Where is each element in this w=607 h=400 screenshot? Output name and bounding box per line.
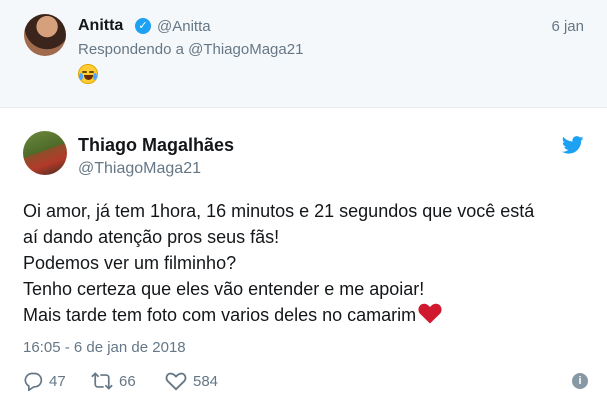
tweet-text-line: Mais tarde tem foto com varios deles no … — [23, 305, 417, 325]
like-count: 584 — [193, 372, 219, 390]
reply-icon — [24, 372, 43, 391]
like-heart-icon — [165, 372, 187, 391]
tweet-actions: 47 66 584 i — [23, 370, 588, 392]
retweet-button[interactable]: 66 — [91, 370, 136, 392]
tweet-text-line: Tenho certeza que eles vão entender e me… — [23, 279, 425, 299]
author-name[interactable]: Thiago Magalhães — [78, 135, 234, 156]
tweet-text-line: Podemos ver um filminho? — [23, 253, 237, 273]
replying-to-mention[interactable]: @ThiagoMaga21 — [188, 41, 303, 58]
reply-count: 47 — [49, 372, 66, 390]
twitter-bird-icon — [562, 136, 584, 154]
heart-emoji-icon — [418, 303, 442, 324]
retweet-count: 66 — [119, 372, 136, 390]
tweet-text-line: Oi amor, já tem 1hora, 16 minutos e 21 s… — [23, 201, 535, 221]
tweet-text-line: aí dando atenção pros seus fãs! — [23, 227, 280, 247]
reply-context-tweet[interactable]: Anitta ✓ @Anitta 6 jan Respondendo a @Th… — [0, 0, 607, 108]
author-handle[interactable]: @ThiagoMaga21 — [78, 160, 201, 178]
avatar[interactable] — [24, 14, 66, 56]
info-icon[interactable]: i — [572, 373, 588, 389]
retweet-icon — [91, 372, 113, 390]
author-handle[interactable]: @Anitta — [157, 18, 211, 35]
like-button[interactable]: 584 — [165, 370, 218, 392]
tweet-text: Oi amor, já tem 1hora, 16 minutos e 21 s… — [23, 198, 593, 328]
replying-prefix: Respondendo a — [78, 41, 184, 58]
crying-laughing-emoji-icon — [78, 64, 98, 84]
replying-to: Respondendo a @ThiagoMaga21 — [78, 41, 303, 58]
author-name[interactable]: Anitta — [78, 17, 123, 35]
avatar[interactable] — [23, 131, 67, 175]
verified-badge-icon: ✓ — [135, 18, 151, 34]
tweet-date[interactable]: 6 jan — [551, 18, 584, 35]
tweet-text-line-last: Mais tarde tem foto com varios deles no … — [23, 302, 593, 328]
tweet-timestamp[interactable]: 16:05 - 6 de jan de 2018 — [23, 339, 186, 356]
reply-button[interactable]: 47 — [23, 370, 66, 392]
